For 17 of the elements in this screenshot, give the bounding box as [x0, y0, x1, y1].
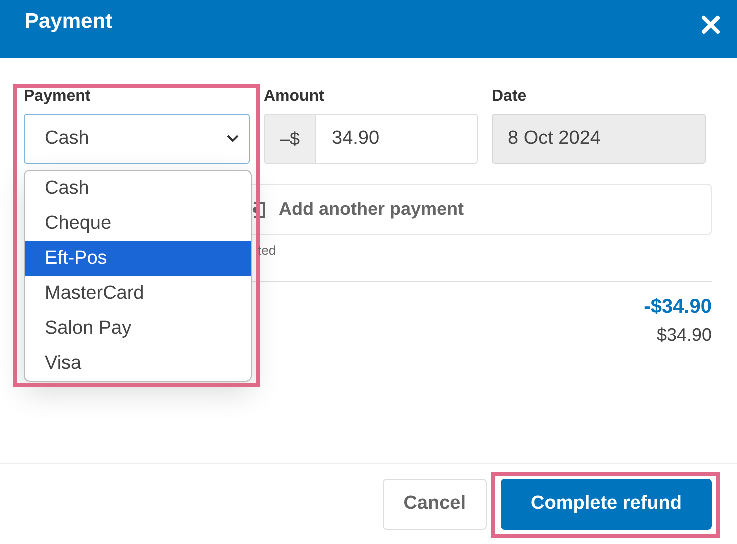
payment-select[interactable]: Cash	[24, 114, 250, 164]
cancel-button[interactable]: Cancel	[382, 478, 487, 530]
caret-icon	[227, 135, 239, 143]
dialog-title: Payment	[25, 10, 113, 34]
dropdown-option[interactable]: MasterCard	[25, 276, 251, 311]
dropdown-option[interactable]: Eft-Pos	[25, 241, 251, 276]
currency-prefix: –$	[264, 114, 316, 164]
amount-field[interactable]: 34.90	[316, 114, 478, 164]
refund-total: -$34.90	[644, 296, 712, 319]
complete-refund-button[interactable]: Complete refund	[501, 478, 712, 530]
dropdown-option[interactable]: Salon Pay	[25, 311, 251, 346]
field-label: Amount	[264, 88, 326, 107]
dropdown-option[interactable]: Visa	[25, 346, 251, 381]
field-label: Payment	[24, 88, 92, 107]
field-label: Date	[492, 88, 528, 107]
amount-text: $34.90	[656, 325, 712, 346]
close-icon[interactable]	[701, 15, 721, 35]
